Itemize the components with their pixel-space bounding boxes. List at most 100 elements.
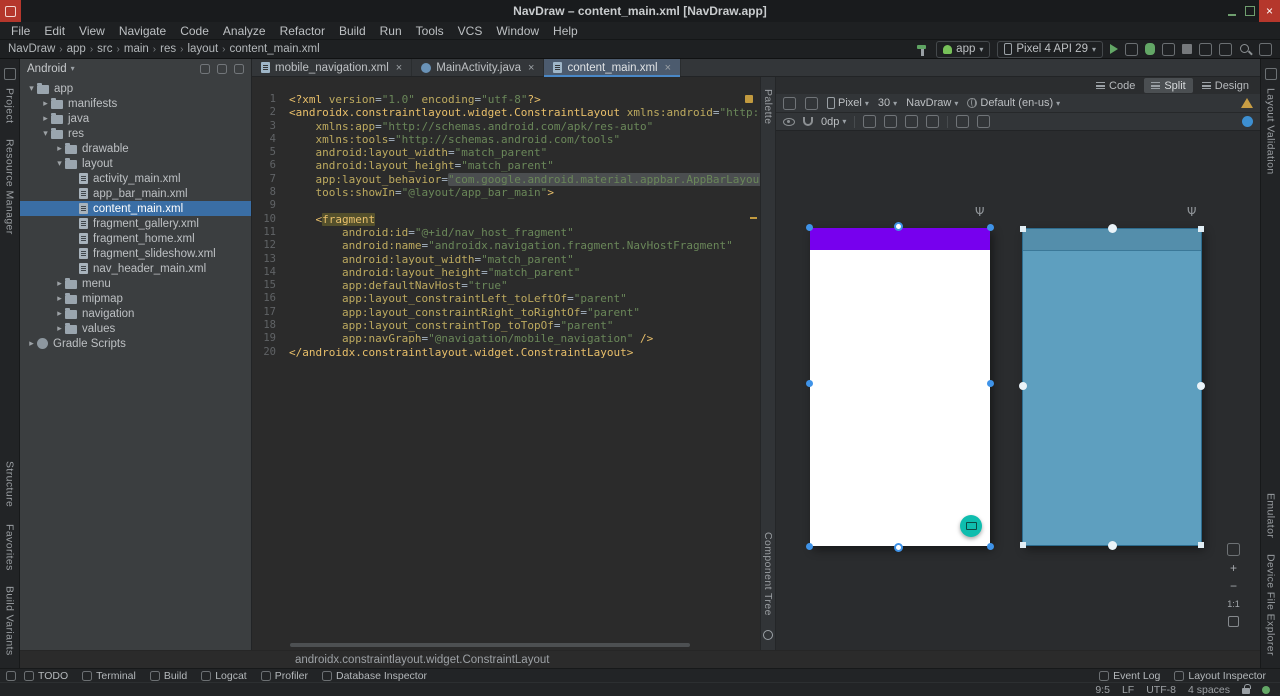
theme-select[interactable]: NavDraw ▾ — [906, 97, 958, 109]
constraint-anchor-bottom[interactable] — [894, 543, 903, 552]
default-margin-select[interactable]: 0dp ▾ — [821, 116, 846, 128]
chevron-collapsed-icon[interactable]: ▸ — [40, 113, 51, 124]
selection-handle[interactable] — [806, 543, 813, 550]
autoconnect-icon[interactable] — [803, 117, 813, 126]
selection-handle[interactable] — [1020, 226, 1026, 232]
chain-icon[interactable] — [926, 115, 939, 128]
mode-code[interactable]: Code — [1089, 78, 1142, 93]
chevron-collapsed-icon[interactable]: ▸ — [40, 98, 51, 109]
tool-button-database-inspector[interactable]: Database Inspector — [322, 670, 427, 682]
code-line-14[interactable]: 14 android:layout_height="match_parent" — [252, 266, 760, 279]
constraint-anchor-top[interactable] — [894, 222, 903, 231]
tool-window-build-variants[interactable]: Build Variants — [4, 586, 16, 656]
status-utf-8[interactable]: UTF-8 — [1146, 684, 1176, 696]
tool-button-terminal[interactable]: Terminal — [82, 670, 136, 682]
view-constraints-icon[interactable] — [783, 118, 795, 126]
breadcrumb-app[interactable]: app — [67, 43, 86, 55]
status-lf[interactable]: LF — [1122, 684, 1134, 696]
selection-handle[interactable] — [987, 543, 994, 550]
tree-item-mipmap[interactable]: ▸mipmap — [20, 291, 251, 306]
tree-item-values[interactable]: ▸values — [20, 321, 251, 336]
selection-handle[interactable] — [987, 380, 994, 387]
code-line-11[interactable]: 11 android:id="@+id/nav_host_fragment" — [252, 226, 760, 239]
constraint-anchor-top[interactable] — [1108, 224, 1117, 233]
breadcrumb-navdraw[interactable]: NavDraw — [8, 43, 55, 55]
code-line-2[interactable]: 2<androidx.constraintlayout.widget.Const… — [252, 106, 760, 119]
tree-item-nav-header-main-xml[interactable]: nav_header_main.xml — [20, 261, 251, 276]
tool-window-structure[interactable]: Structure — [4, 461, 16, 507]
code-line-17[interactable]: 17 app:layout_constraintRight_toRightOf=… — [252, 306, 760, 319]
tree-item-res[interactable]: ▾res — [20, 126, 251, 141]
menu-analyze[interactable]: Analyze — [216, 22, 273, 40]
zoom-out-button[interactable]: − — [1230, 580, 1237, 592]
chevron-collapsed-icon[interactable]: ▸ — [54, 308, 65, 319]
tool-window-device-file-explorer[interactable]: Device File Explorer — [1265, 554, 1277, 656]
chevron-expanded-icon[interactable]: ▾ — [54, 158, 65, 169]
menu-run[interactable]: Run — [373, 22, 409, 40]
tree-item-app[interactable]: ▾app — [20, 81, 251, 96]
code-line-15[interactable]: 15 app:defaultNavHost="true" — [252, 279, 760, 292]
constraint-anchor-left[interactable] — [1019, 382, 1027, 390]
code-line-16[interactable]: 16 app:layout_constraintLeft_toLeftOf="p… — [252, 292, 760, 305]
code-line-20[interactable]: 20</androidx.constraintlayout.widget.Con… — [252, 346, 760, 359]
tool-window-emulator[interactable]: Emulator — [1265, 493, 1277, 538]
tab-mobile-navigation-xml[interactable]: mobile_navigation.xml× — [252, 59, 412, 76]
code-line-4[interactable]: 4 xmlns:tools="http://schemas.android.co… — [252, 133, 760, 146]
code-line-13[interactable]: 13 android:layout_width="match_parent" — [252, 253, 760, 266]
menu-window[interactable]: Window — [489, 22, 546, 40]
tool-button-layout-inspector[interactable]: Layout Inspector — [1174, 670, 1266, 682]
stop-icon[interactable] — [1182, 44, 1192, 54]
tool-button-logcat[interactable]: Logcat — [201, 670, 247, 682]
breadcrumb-constraintlayout[interactable]: androidx.constraintlayout.widget.Constra… — [295, 654, 549, 666]
tree-item-menu[interactable]: ▸menu — [20, 276, 251, 291]
fab-email-button[interactable] — [960, 515, 982, 537]
maximize-icon[interactable] — [1241, 0, 1259, 22]
tree-item-navigation[interactable]: ▸navigation — [20, 306, 251, 321]
breadcrumb-res[interactable]: res — [160, 43, 176, 55]
run-config-select[interactable]: app ▾ — [936, 41, 990, 58]
design-preview-phone[interactable] — [810, 228, 990, 546]
chevron-expanded-icon[interactable]: ▾ — [26, 83, 37, 94]
build-hammer-icon[interactable] — [916, 43, 929, 56]
status-9-5[interactable]: 9:5 — [1095, 684, 1110, 696]
pack-icon[interactable] — [905, 115, 918, 128]
tree-item-gradle-scripts[interactable]: ▸Gradle Scripts — [20, 336, 251, 351]
breadcrumb-main[interactable]: main — [124, 43, 149, 55]
project-view-selector[interactable]: Android ▾ — [27, 63, 75, 75]
selection-handle[interactable] — [987, 224, 994, 231]
inspection-indicator[interactable] — [745, 95, 753, 103]
tab-content-main-xml[interactable]: content_main.xml× — [544, 59, 681, 76]
infer-constraints-icon[interactable] — [977, 115, 990, 128]
mode-split[interactable]: Split — [1144, 78, 1192, 93]
chevron-expanded-icon[interactable]: ▾ — [40, 128, 51, 139]
code-line-9[interactable]: 9 — [252, 199, 760, 212]
selection-handle[interactable] — [1198, 542, 1204, 548]
code-line-1[interactable]: 1<?xml version="1.0" encoding="utf-8"?> — [252, 93, 760, 106]
window-close-left-button[interactable] — [0, 0, 21, 22]
tree-item-fragment-gallery-xml[interactable]: fragment_gallery.xml — [20, 216, 251, 231]
tab-mainactivity-java[interactable]: MainActivity.java× — [412, 59, 544, 76]
search-icon[interactable] — [1239, 43, 1252, 56]
code-editor[interactable]: 1<?xml version="1.0" encoding="utf-8"?>2… — [252, 77, 760, 650]
tool-window-resource-manager[interactable]: Resource Manager — [4, 139, 16, 235]
code-line-18[interactable]: 18 app:layout_constraintTop_toTopOf="par… — [252, 319, 760, 332]
breadcrumb-layout[interactable]: layout — [187, 43, 218, 55]
tool-window-layout-validation[interactable]: Layout Validation — [1265, 88, 1277, 175]
close-icon[interactable]: × — [396, 62, 402, 74]
zoom-in-button[interactable]: + — [1230, 562, 1237, 574]
breadcrumb-content-main-xml[interactable]: content_main.xml — [230, 43, 320, 55]
tool-button-event-log[interactable]: Event Log — [1099, 670, 1160, 682]
orientation-icon[interactable] — [805, 97, 818, 110]
tool-button-todo[interactable]: TODO — [24, 670, 68, 682]
tree-item-drawable[interactable]: ▸drawable — [20, 141, 251, 156]
selection-handle[interactable] — [806, 380, 813, 387]
lock-icon[interactable] — [1242, 688, 1250, 694]
tree-item-activity-main-xml[interactable]: activity_main.xml — [20, 171, 251, 186]
align-icon[interactable] — [884, 115, 897, 128]
tree-item-app-bar-main-xml[interactable]: app_bar_main.xml — [20, 186, 251, 201]
hide-panel-icon[interactable] — [234, 64, 244, 74]
guidelines-icon[interactable] — [863, 115, 876, 128]
menu-build[interactable]: Build — [332, 22, 373, 40]
code-line-8[interactable]: 8 tools:showIn="@layout/app_bar_main"> — [252, 186, 760, 199]
pan-surface-icon[interactable] — [1227, 543, 1240, 556]
